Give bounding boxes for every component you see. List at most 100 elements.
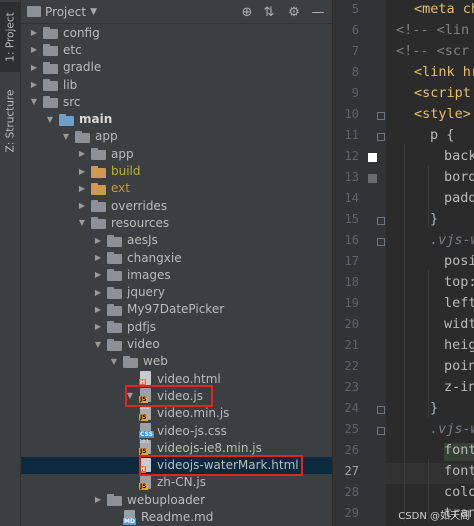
- expand-arrow-icon[interactable]: ▶: [29, 63, 39, 72]
- expand-arrow-icon[interactable]: ▶: [93, 288, 103, 297]
- structure-tool-tab[interactable]: Z: Structure: [0, 78, 21, 164]
- minimize-icon[interactable]: —: [310, 4, 326, 20]
- folder-icon: [91, 199, 107, 213]
- chevron-down-icon[interactable]: ▼: [90, 7, 97, 17]
- folder-icon: [59, 113, 75, 126]
- tree-item[interactable]: CSS video-js.css: [21, 422, 332, 439]
- collapse-arrow-icon[interactable]: ▼: [45, 115, 55, 124]
- expand-arrow-icon[interactable]: ▶: [93, 305, 103, 314]
- fold-marker-icon[interactable]: [377, 406, 385, 414]
- fold-marker-icon[interactable]: [377, 133, 385, 141]
- collapse-arrow-icon[interactable]: ▼: [125, 391, 135, 400]
- code-line[interactable]: padd: [444, 190, 474, 206]
- fold-marker-icon[interactable]: [377, 427, 385, 435]
- expand-arrow-icon[interactable]: ▶: [93, 253, 103, 262]
- tree-item[interactable]: ▶ images: [21, 266, 332, 283]
- expand-arrow-icon[interactable]: ▶: [93, 270, 103, 279]
- expand-arrow-icon[interactable]: ▶: [77, 149, 87, 158]
- tree-item[interactable]: Hvideo.html: [21, 370, 332, 387]
- tree-item[interactable]: MD Readme.md: [21, 508, 332, 525]
- expand-arrow-icon[interactable]: ▶: [29, 28, 39, 37]
- tree-item[interactable]: JS zh-CN.js: [21, 474, 332, 491]
- collapse-icon[interactable]: ⇅: [261, 4, 277, 20]
- code-line[interactable]: back: [444, 148, 474, 164]
- crosshair-icon[interactable]: ⊕: [239, 4, 255, 20]
- tree-item[interactable]: ▶ lib: [21, 76, 332, 93]
- collapse-arrow-icon[interactable]: ▼: [61, 132, 71, 141]
- tree-item[interactable]: ▼ src: [21, 93, 332, 110]
- tree-item[interactable]: ▶ overrides: [21, 197, 332, 214]
- tree-item[interactable]: ▼ JS video.js: [21, 387, 332, 404]
- tree-item[interactable]: ▶ changxie: [21, 249, 332, 266]
- color-swatch-icon[interactable]: [368, 174, 377, 183]
- code-line[interactable]: top:: [444, 274, 474, 290]
- project-panel-title[interactable]: Project: [45, 5, 86, 19]
- tree-item[interactable]: ▶ pdfjs: [21, 318, 332, 335]
- color-swatch-icon[interactable]: [368, 153, 377, 162]
- code-line[interactable]: <style>: [414, 106, 471, 122]
- tree-item[interactable]: ▶ app: [21, 145, 332, 162]
- code-line[interactable]: posi: [444, 253, 474, 269]
- expand-arrow-icon[interactable]: ▶: [29, 45, 39, 54]
- expand-arrow-icon[interactable]: ▶: [93, 322, 103, 331]
- code-line[interactable]: }: [430, 211, 438, 227]
- tree-item[interactable]: ▶ aesJs: [21, 232, 332, 249]
- collapse-arrow-icon[interactable]: ▼: [109, 357, 119, 366]
- tree-item[interactable]: ▶ gradle: [21, 59, 332, 76]
- tree-item[interactable]: ▶ jquery: [21, 284, 332, 301]
- code-line[interactable]: .vjs-w: [430, 232, 474, 248]
- tree-item[interactable]: 101 JS video.min.js: [21, 405, 332, 422]
- fold-marker-icon[interactable]: [377, 238, 385, 246]
- tree-item[interactable]: ▶ build: [21, 162, 332, 179]
- tree-item[interactable]: ▼ app: [21, 128, 332, 145]
- collapse-arrow-icon[interactable]: ▼: [77, 218, 87, 227]
- code-editor[interactable]: <meta ch <!-- <lin <!-- <scr <link hr <scrip…: [386, 0, 474, 526]
- code-line[interactable]: <meta ch: [414, 1, 474, 17]
- expand-arrow-icon[interactable]: ▶: [93, 236, 103, 245]
- code-line[interactable]: bord: [444, 169, 474, 185]
- code-line[interactable]: <!-- <lin: [396, 22, 469, 38]
- tree-item[interactable]: ▶ etc: [21, 41, 332, 58]
- expand-arrow-icon[interactable]: ▶: [29, 80, 39, 89]
- code-line[interactable]: <script: [414, 85, 471, 101]
- code-line[interactable]: widt: [444, 316, 474, 332]
- expand-arrow-icon[interactable]: ▶: [77, 201, 87, 210]
- tree-item-label: build: [111, 164, 141, 179]
- code-line[interactable]: colo: [444, 484, 474, 500]
- code-line[interactable]: }: [430, 400, 438, 416]
- js-file-icon: JS: [139, 388, 153, 404]
- fold-marker-icon[interactable]: [377, 112, 385, 120]
- tree-item[interactable]: ▶ ext: [21, 180, 332, 197]
- expand-arrow-icon[interactable]: ▶: [77, 184, 87, 193]
- tree-item[interactable]: 101 JS videojs-ie8.min.js: [21, 439, 332, 456]
- code-line[interactable]: <!-- <scr: [396, 43, 469, 59]
- code-line[interactable]: heig: [444, 337, 474, 353]
- tree-item[interactable]: ▶ My97DatePicker: [21, 301, 332, 318]
- code-line[interactable]: .vjs-w: [430, 421, 474, 437]
- tree-item[interactable]: ▶ webuploader: [21, 491, 332, 508]
- tree-item[interactable]: ▼ web: [21, 353, 332, 370]
- code-line[interactable]: p {: [430, 127, 454, 143]
- code-line[interactable]: poin: [444, 358, 474, 374]
- project-tool-tab[interactable]: 1: Project: [0, 2, 21, 72]
- indent-guide: [404, 144, 405, 522]
- code-line[interactable]: font: [444, 442, 474, 458]
- expand-arrow-icon[interactable]: ▶: [77, 167, 87, 176]
- tree-item[interactable]: ▼ main: [21, 111, 332, 128]
- folder-icon: [91, 182, 107, 195]
- code-line[interactable]: font: [444, 463, 474, 479]
- gear-icon[interactable]: ⚙: [286, 4, 302, 20]
- expand-arrow-icon[interactable]: ▶: [93, 495, 103, 504]
- code-line[interactable]: <link hr: [414, 64, 474, 80]
- tree-item[interactable]: ▶ config: [21, 24, 332, 41]
- code-line[interactable]: z-in: [444, 379, 474, 395]
- collapse-arrow-icon[interactable]: ▼: [93, 340, 103, 349]
- tree-item-label: video-js.css: [157, 423, 227, 438]
- tree-item-label: My97DatePicker: [127, 302, 225, 317]
- tree-item[interactable]: ▼ resources: [21, 214, 332, 231]
- tree-item[interactable]: ▼ video: [21, 335, 332, 352]
- fold-marker-icon[interactable]: [377, 217, 385, 225]
- collapse-arrow-icon[interactable]: ▼: [29, 97, 39, 106]
- tree-item[interactable]: Hvideojs-waterMark.html: [21, 456, 332, 474]
- code-line[interactable]: left: [444, 295, 474, 311]
